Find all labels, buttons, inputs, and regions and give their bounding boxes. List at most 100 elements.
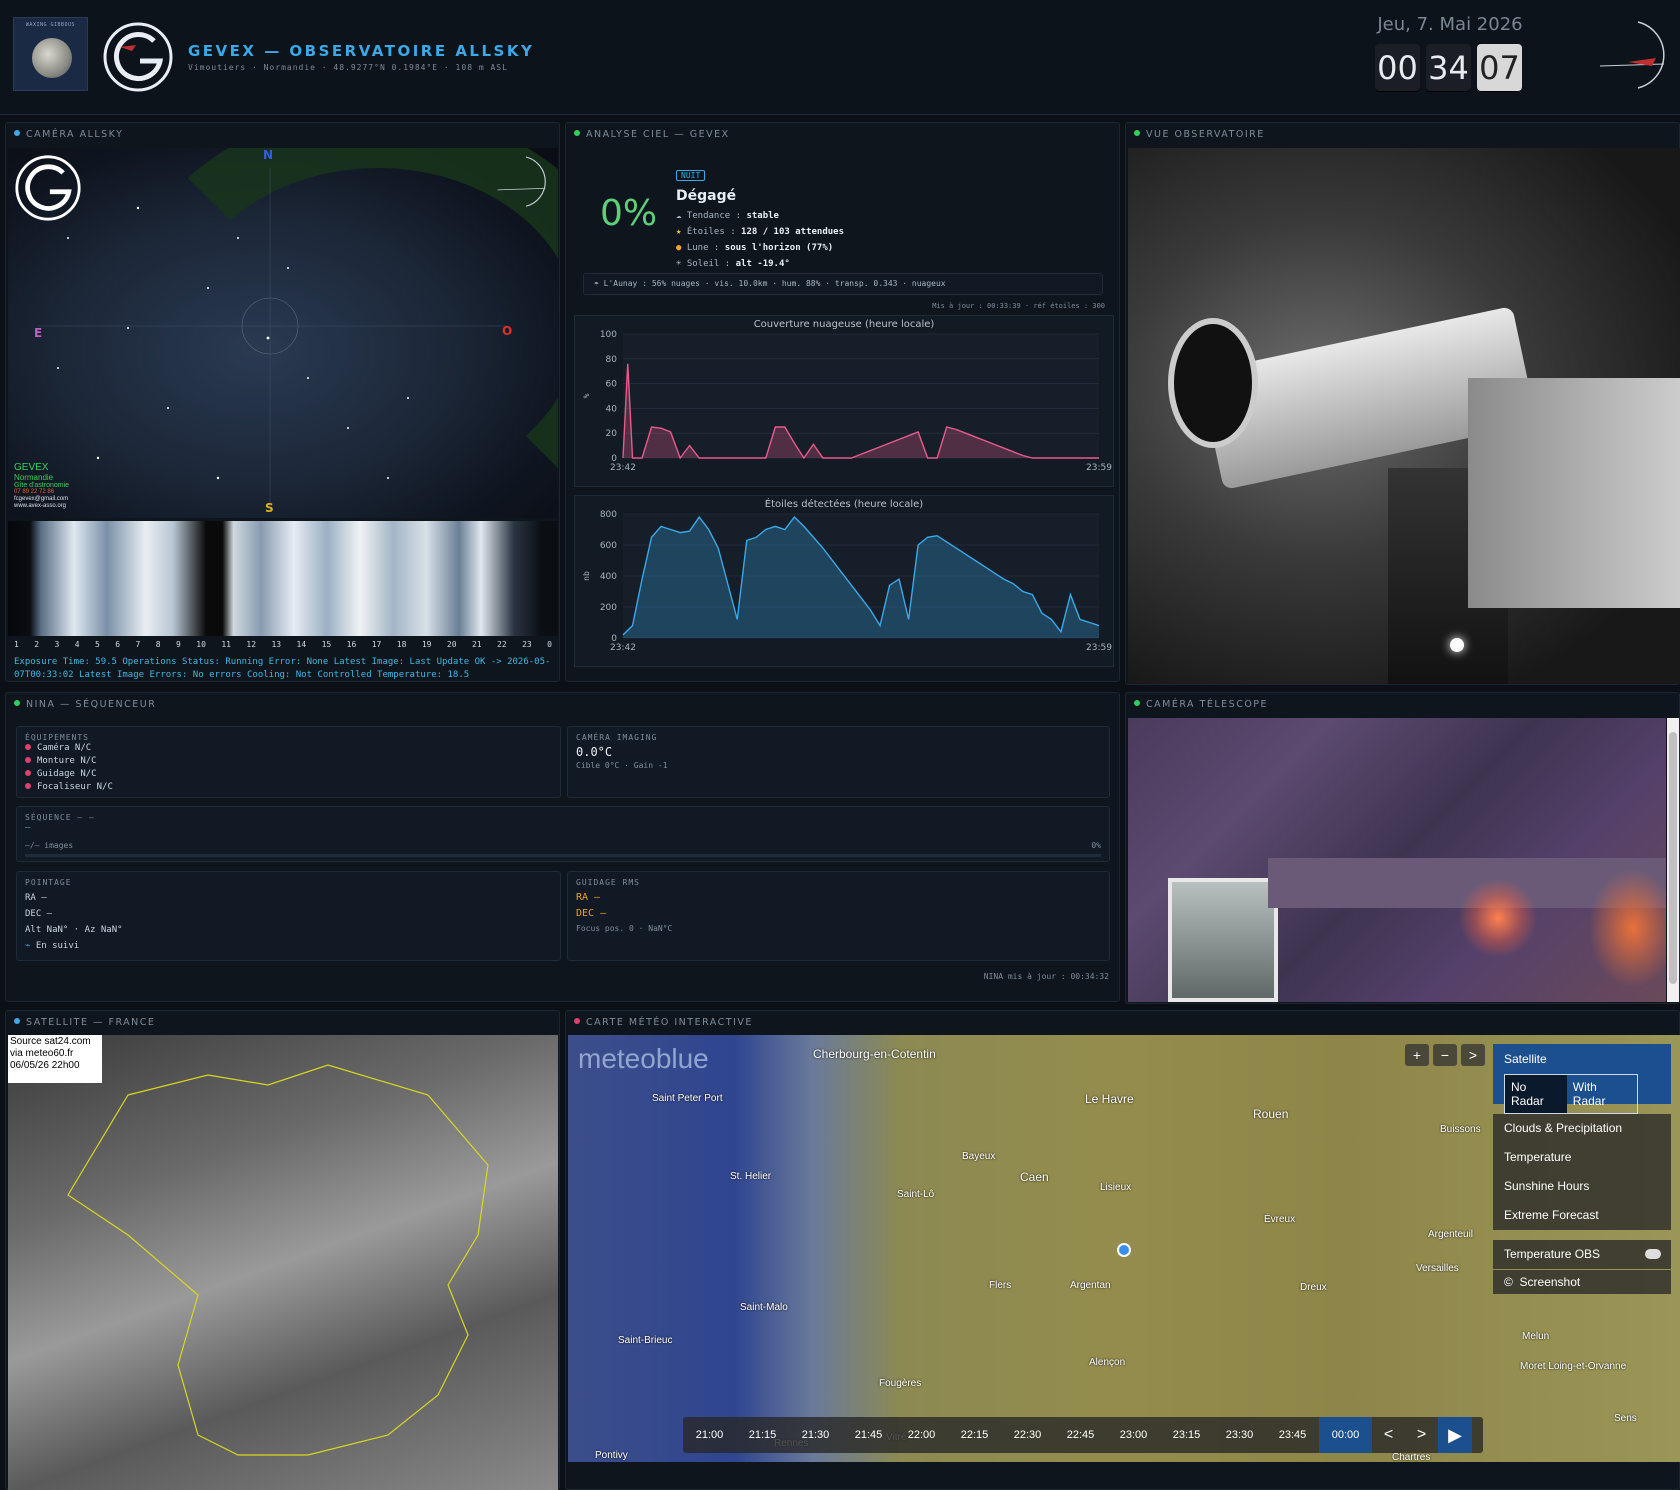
no-radar-button[interactable]: No Radar [1505, 1075, 1567, 1113]
map-city-label: Saint Peter Port [652, 1093, 723, 1104]
menu-extreme[interactable]: Extreme Forecast [1493, 1201, 1671, 1230]
map-city-label: Caen [1020, 1170, 1049, 1184]
time-step[interactable]: 22:00 [895, 1429, 948, 1441]
radar-toggle: No Radar With Radar [1504, 1074, 1638, 1114]
y-tick-label: 200 [600, 603, 617, 613]
keogram-hour: 21 [471, 640, 482, 649]
sun-line: ☀ Soleil : alt -19.4° [676, 259, 790, 269]
time-step[interactable]: 22:30 [1001, 1429, 1054, 1441]
equip-camera: Caméra N/C [25, 742, 552, 755]
guiding-title: GUIDAGE RMS [576, 878, 640, 887]
weather-box: ☂ L'Aunay : 56% nuages · vis. 10.0km · h… [583, 273, 1103, 295]
sun-icon: ☀ [676, 259, 682, 269]
collapse-menu-button[interactable]: > [1461, 1044, 1485, 1066]
map-city-label: Melun [1522, 1331, 1550, 1342]
cardinal-n: N [263, 148, 274, 162]
clock: 00 34 07 [1375, 44, 1522, 92]
x-start-label: 23:42 [610, 463, 636, 473]
scrollbar-thumb[interactable] [1669, 732, 1677, 984]
keogram-hour: 4 [74, 640, 80, 649]
header: WAXING GIBBOUS GEVEX — OBSERVATOIRE ALLS… [0, 0, 1680, 115]
time-bar: 21:00 21:15 21:30 21:45 22:00 22:15 22:30 22:45… [683, 1417, 1483, 1453]
toggle-icon[interactable] [1645, 1249, 1661, 1259]
y-tick-label: 100 [600, 330, 617, 340]
zoom-in-button[interactable]: + [1405, 1044, 1429, 1066]
with-radar-button[interactable]: With Radar [1567, 1075, 1637, 1113]
telescope-icon: ⌁ [25, 941, 31, 951]
sequence-percent: 0% [1091, 841, 1101, 850]
observatory-title: VUE OBSERVATOIRE [1134, 129, 1265, 140]
time-step[interactable]: 21:00 [683, 1429, 736, 1441]
sequence-title: SÉQUENCE — — [25, 813, 95, 822]
menu-temperature[interactable]: Temperature [1493, 1143, 1671, 1172]
time-step[interactable]: 22:45 [1054, 1429, 1107, 1441]
moon-phase-widget: WAXING GIBBOUS [13, 17, 88, 91]
equip-guiding: Guidage N/C [25, 768, 552, 781]
star-field [38, 168, 508, 508]
menu-sunshine[interactable]: Sunshine Hours [1493, 1172, 1671, 1201]
keogram-hour: 3 [54, 640, 60, 649]
guiding-ra: RA — [576, 892, 601, 903]
location-marker [1117, 1243, 1131, 1257]
zoom-out-button[interactable]: − [1433, 1044, 1457, 1066]
time-step[interactable]: 22:15 [948, 1429, 1001, 1441]
camera-icon: © [1504, 1275, 1513, 1289]
y-tick-label: 40 [606, 404, 618, 414]
observatory-camera-image[interactable] [1128, 148, 1680, 684]
map-city-label: Sens [1614, 1413, 1637, 1424]
keogram-hour: 0 [547, 640, 552, 649]
pointing-dec: DEC — [25, 909, 53, 919]
time-step[interactable]: 23:00 [1107, 1429, 1160, 1441]
plot-area [623, 334, 1099, 458]
tracking-status: ⌁ En suivi [25, 941, 80, 951]
clock-seconds: 07 [1477, 44, 1522, 92]
guiding-box: GUIDAGE RMS RA — DEC — Focus pos. 0 · Na… [567, 871, 1110, 961]
sky-summary: NUIT Dégagé ☁ Tendance : stable ★ Étoile… [676, 163, 844, 272]
cardinal-o: O [502, 324, 513, 338]
cloud-chart: Couverture nuageuse (heure locale) 0 20 40… [574, 315, 1114, 487]
temperature-obs-toggle[interactable]: Temperature OBS [1493, 1240, 1671, 1269]
focus-info: Focus pos. 0 · NaN°C [576, 924, 673, 933]
map-city-label: Buissons [1440, 1124, 1481, 1135]
time-step[interactable]: 23:30 [1213, 1429, 1266, 1441]
menu-clouds[interactable]: Clouds & Precipitation [1493, 1114, 1671, 1143]
telescope-camera-image[interactable] [1128, 718, 1666, 1002]
sky-analysis-title: ANALYSE CIEL — GEVEX [574, 129, 730, 140]
play-button[interactable]: ▶ [1438, 1417, 1472, 1453]
red-light [1458, 878, 1538, 958]
time-step[interactable]: 00:00 [1319, 1417, 1372, 1453]
guiding-dec: DEC — [576, 908, 607, 919]
time-step[interactable]: 23:45 [1266, 1429, 1319, 1441]
map-city-label: Dreux [1300, 1282, 1327, 1293]
map-city-label: Bayeux [962, 1151, 996, 1162]
map-city-label: Cherbourg-en-Cotentin [813, 1047, 936, 1061]
keogram-hour: 17 [371, 640, 382, 649]
satellite-image[interactable]: Source sat24.com via meteo60.fr 06/05/26… [8, 1035, 558, 1490]
pointing-ra: RA — [25, 893, 47, 903]
equipment-box: ÉQUIPEMENTS Caméra N/C Monture N/C Guida… [16, 726, 561, 798]
time-step[interactable]: 21:45 [842, 1429, 895, 1441]
time-next-button[interactable]: > [1405, 1426, 1438, 1444]
map-city-label: Argentan [1070, 1280, 1111, 1291]
cloud-chart-svg: 020406080100%23:42 23:59 [582, 330, 1112, 473]
telescope-scrollbar[interactable] [1667, 718, 1679, 1002]
map-city-label: Rouen [1253, 1107, 1289, 1121]
map-city-label: Chartres [1392, 1452, 1431, 1463]
trend-line: ☁ Tendance : stable [676, 211, 779, 221]
allsky-image[interactable]: N S E O GEVEX Normandie Gîte d'astronomi… [8, 148, 558, 518]
time-step[interactable]: 23:15 [1160, 1429, 1213, 1441]
time-step[interactable]: 21:15 [736, 1429, 789, 1441]
sequence-images: —/— images [25, 841, 74, 850]
map-city-label: Évreux [1264, 1214, 1296, 1225]
menu-satellite-header[interactable]: Satellite No Radar With Radar [1493, 1044, 1671, 1114]
nina-title: NINA — SÉQUENCEUR [14, 699, 156, 710]
cloud-icon: ☁ [676, 211, 682, 221]
stars-chart-svg: 0200400600800nb23:42 23:59 [582, 510, 1112, 653]
map-city-label: Argenteuil [1428, 1229, 1474, 1240]
keogram-hour: 12 [246, 640, 257, 649]
page-title: GEVEX — OBSERVATOIRE ALLSKY [188, 42, 535, 60]
time-prev-button[interactable]: < [1372, 1426, 1405, 1444]
sequence-box: SÉQUENCE — — — —/— images 0% [16, 806, 1110, 862]
time-step[interactable]: 21:30 [789, 1429, 842, 1441]
screenshot-button[interactable]: © Screenshot [1493, 1270, 1671, 1294]
